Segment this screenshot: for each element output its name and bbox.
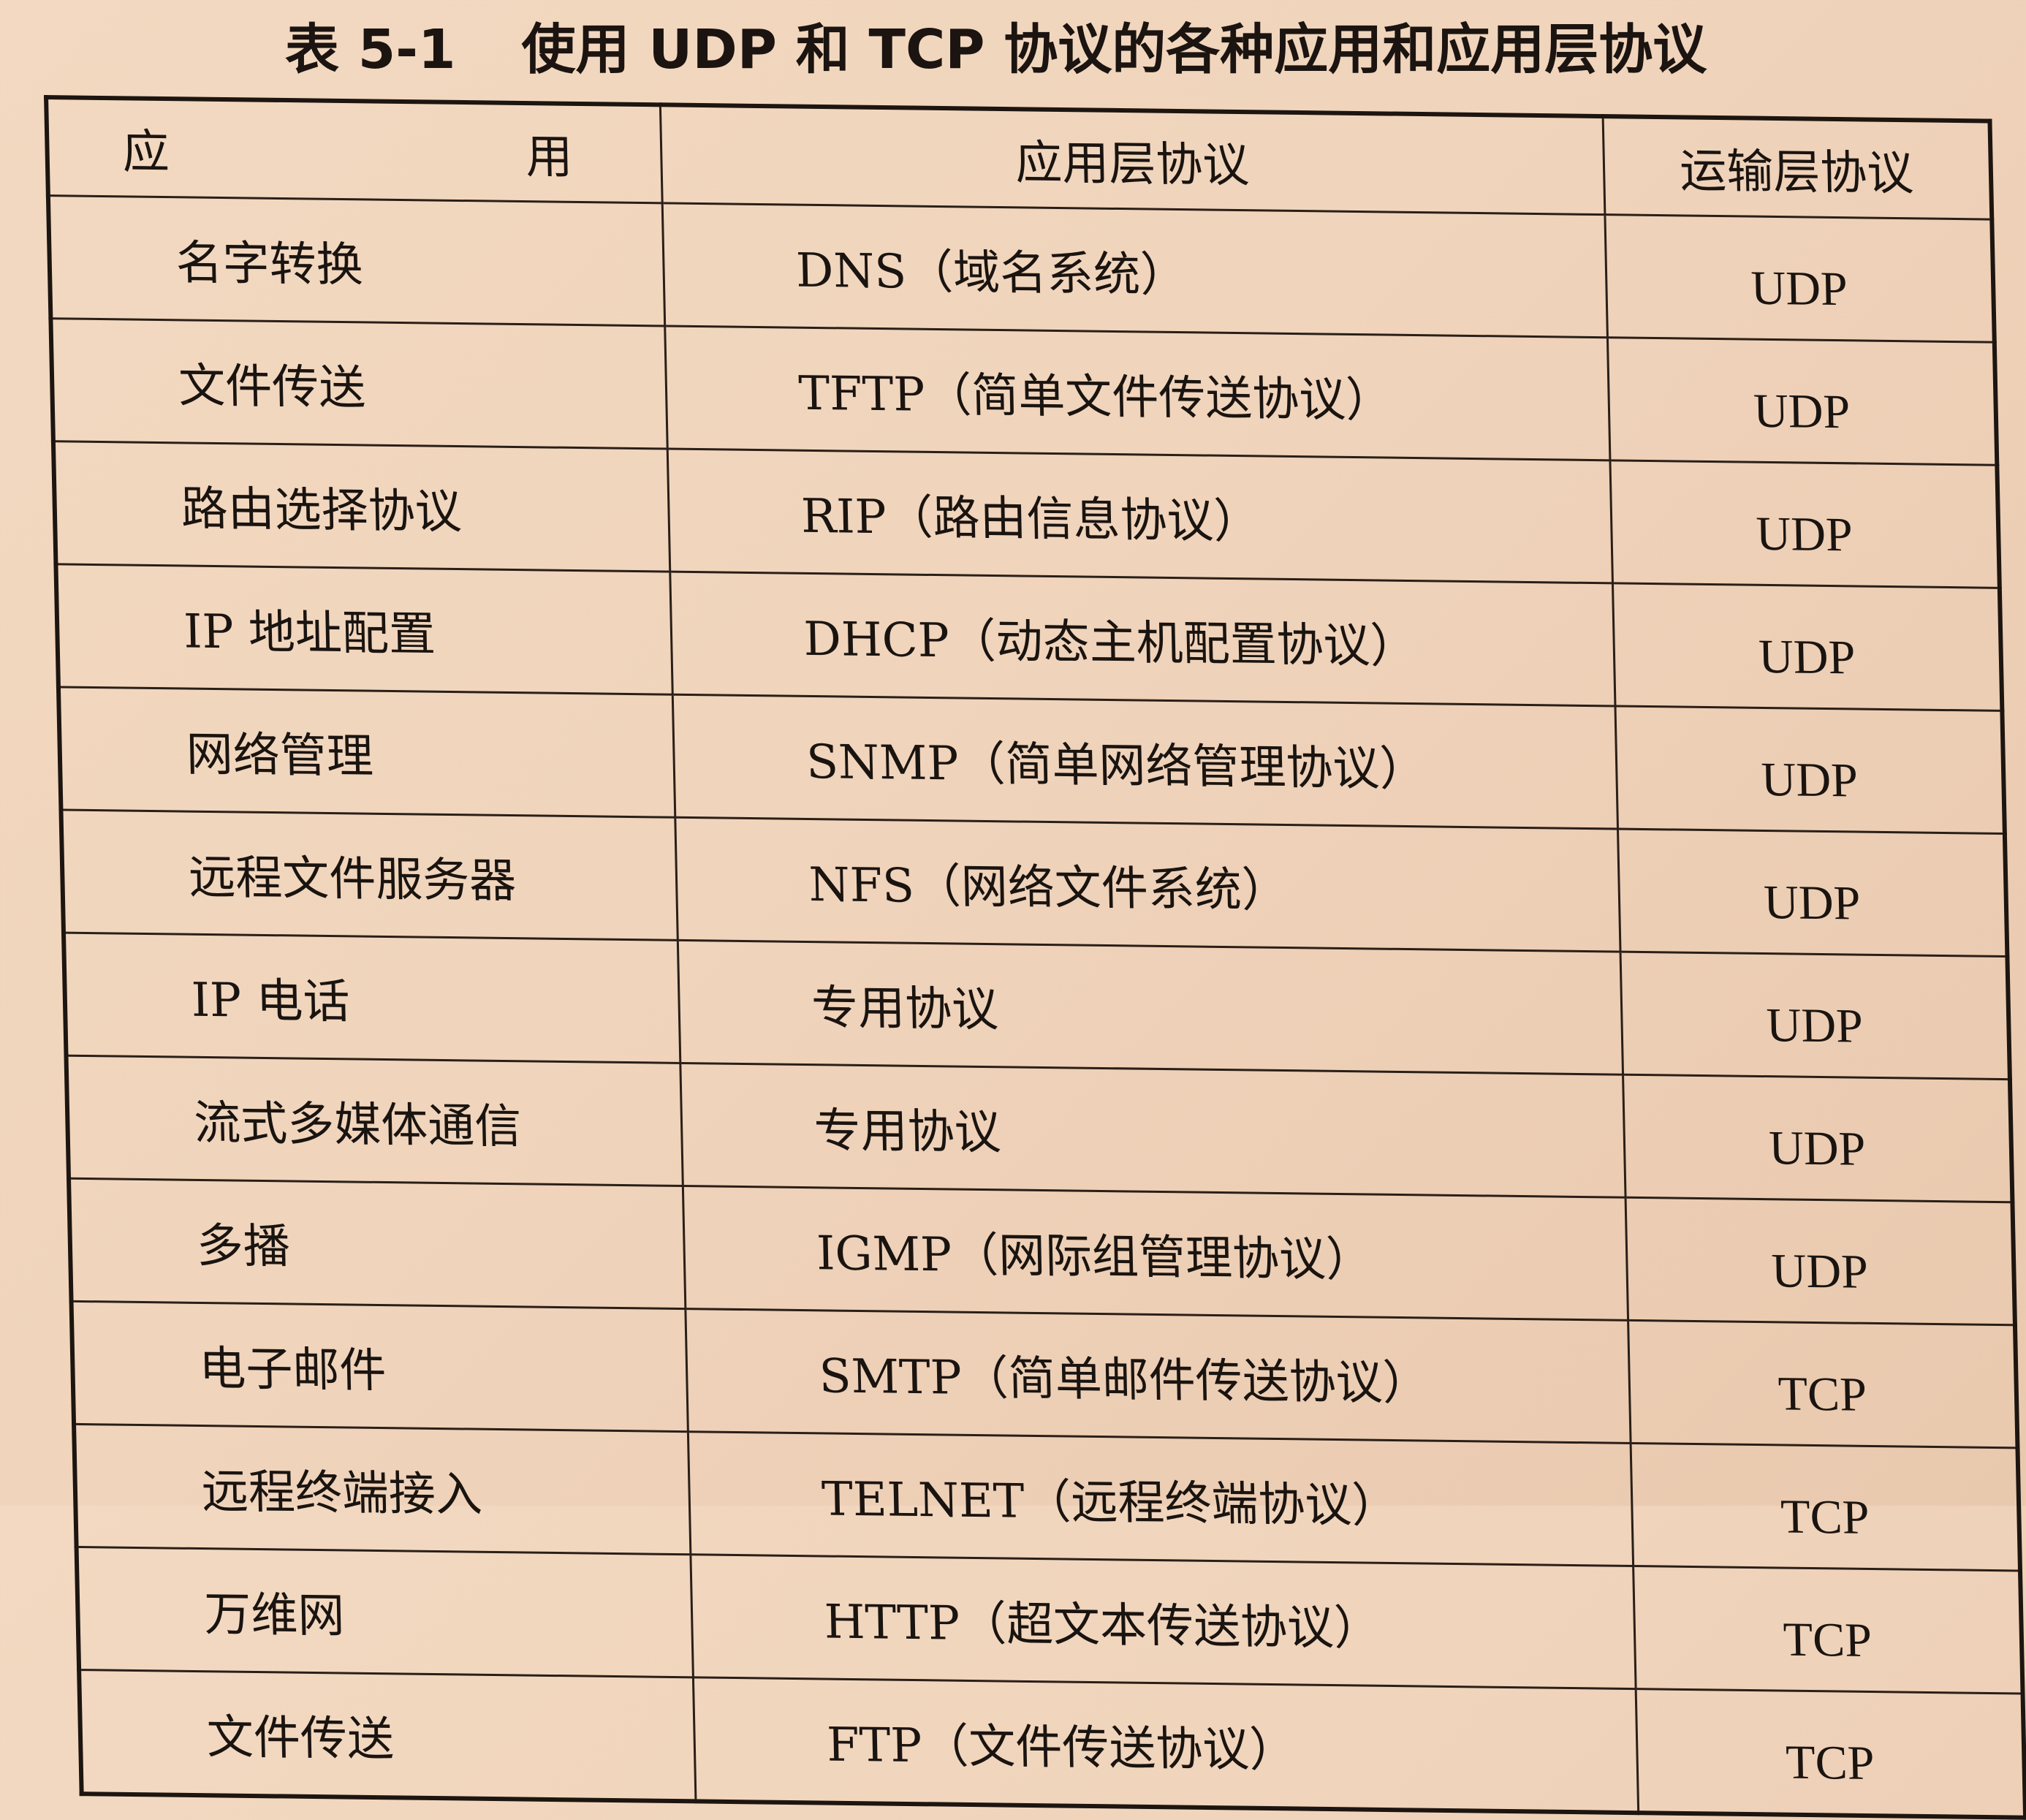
table-title: 表 5-1 使用 UDP 和 TCP 协议的各种应用和应用层协议 — [285, 6, 1707, 94]
table-row: 多播 IGMP（网际组管理协议） UDP — [69, 1178, 2015, 1325]
cell-transport-protocol: TCP — [1628, 1320, 2018, 1448]
header-application: 应 用 — [46, 97, 662, 203]
protocol-table-container: 应 用 应用层协议 运输层协议 名字转换 DNS（域名系统） UDP 文件传送 … — [44, 95, 2026, 1820]
cell-transport-protocol: TCP — [1635, 1688, 2026, 1818]
table-row: 远程终端接入 TELNET（远程终端协议） TCP — [74, 1424, 2020, 1571]
table-row: IP 电话 专用协议 UDP — [63, 933, 2010, 1080]
cell-application: 远程终端接入 — [74, 1424, 691, 1555]
cell-transport-protocol: UDP — [1615, 705, 2005, 834]
cell-app-protocol: IGMP（网际组管理协议） — [682, 1186, 1628, 1321]
cell-application: 网络管理 — [58, 686, 675, 818]
cell-transport-protocol: UDP — [1609, 460, 2000, 588]
cell-app-protocol: 专用协议 — [680, 1063, 1625, 1198]
cell-application: 名字转换 — [48, 195, 665, 326]
cell-application: 路由选择协议 — [53, 441, 670, 572]
table-number: 表 5-1 — [285, 18, 456, 81]
table-row: 文件传送 TFTP（简单文件传送协议） UDP — [50, 318, 1997, 466]
table-caption: 使用 UDP 和 TCP 协议的各种应用和应用层协议 — [521, 18, 1707, 81]
cell-app-protocol: 专用协议 — [677, 940, 1623, 1075]
table-row: 文件传送 FTP（文件传送协议） TCP — [79, 1669, 2026, 1818]
table-row: 远程文件服务器 NFS（网络文件系统） UDP — [61, 810, 2008, 957]
cell-transport-protocol: UDP — [1623, 1074, 2013, 1202]
header-transport-protocol: 运输层协议 — [1602, 116, 1992, 220]
cell-application: IP 电话 — [63, 933, 680, 1063]
cell-app-protocol: FTP（文件传送协议） — [692, 1677, 1639, 1813]
table-row: 流式多媒体通信 专用协议 UDP — [66, 1055, 2013, 1202]
cell-application: 万维网 — [76, 1547, 693, 1677]
table-row: 名字转换 DNS（域名系统） UDP — [48, 195, 1995, 343]
cell-app-protocol: HTTP（超文本传送协议） — [690, 1554, 1636, 1689]
table-row: 万维网 HTTP（超文本传送协议） TCP — [76, 1547, 2023, 1694]
cell-app-protocol: RIP（路由信息协议） — [667, 449, 1612, 583]
cell-application: 多播 — [69, 1178, 686, 1309]
cell-transport-protocol: TCP — [1630, 1443, 2020, 1571]
cell-application: 文件传送 — [50, 318, 667, 450]
table-row: 路由选择协议 RIP（路由信息协议） UDP — [53, 441, 2000, 588]
cell-app-protocol: TFTP（简单文件传送协议） — [664, 325, 1610, 460]
cell-app-protocol: SNMP（简单网络管理协议） — [672, 694, 1618, 830]
cell-transport-protocol: UDP — [1606, 337, 1997, 466]
cell-application: 远程文件服务器 — [61, 810, 678, 941]
cell-transport-protocol: UDP — [1620, 952, 2010, 1080]
cell-app-protocol: DNS（域名系统） — [661, 202, 1607, 338]
table-row: 电子邮件 SMTP（简单邮件传送协议） TCP — [71, 1301, 2018, 1448]
cell-application: 流式多媒体通信 — [66, 1055, 683, 1186]
cell-transport-protocol: UDP — [1617, 829, 2008, 957]
cell-application: 文件传送 — [79, 1669, 696, 1802]
cell-app-protocol: NFS（网络文件系统） — [675, 817, 1620, 952]
cell-app-protocol: TELNET（远程终端协议） — [687, 1431, 1634, 1566]
table-row: 网络管理 SNMP（简单网络管理协议） UDP — [58, 686, 2005, 834]
cell-transport-protocol: UDP — [1612, 583, 2003, 711]
cell-app-protocol: DHCP（动态主机配置协议） — [669, 572, 1615, 706]
cell-application: 电子邮件 — [71, 1301, 688, 1432]
cell-application: IP 地址配置 — [56, 564, 672, 695]
cell-app-protocol: SMTP（简单邮件传送协议） — [685, 1308, 1631, 1444]
cell-transport-protocol: TCP — [1633, 1566, 2023, 1694]
header-app-protocol: 应用层协议 — [659, 105, 1605, 215]
cell-transport-protocol: UDP — [1604, 214, 1995, 343]
table-row: IP 地址配置 DHCP（动态主机配置协议） UDP — [56, 564, 2003, 711]
cell-transport-protocol: UDP — [1625, 1197, 2015, 1325]
protocol-table: 应 用 应用层协议 运输层协议 名字转换 DNS（域名系统） UDP 文件传送 … — [44, 95, 2026, 1820]
